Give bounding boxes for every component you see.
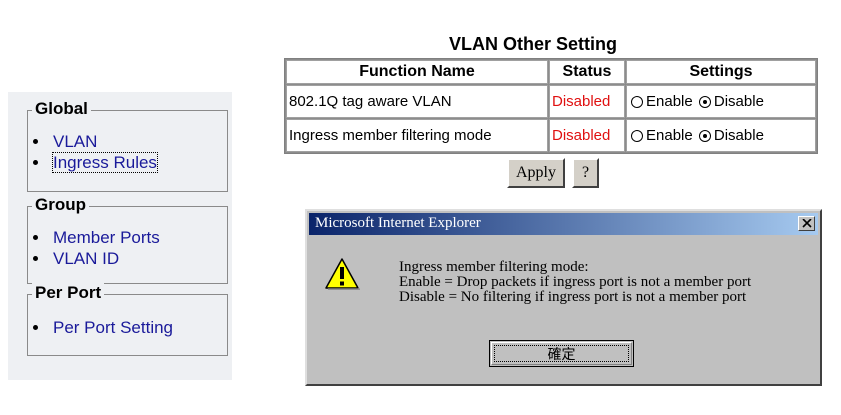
ok-button-label[interactable]: 確定 [490,344,633,364]
column-header-settings: Settings [626,60,816,84]
nav-group-group: Group Member Ports VLAN ID [27,195,228,284]
disable-radio[interactable] [698,130,711,143]
nav-item-member-ports[interactable]: Member Ports [28,227,227,248]
function-name-cell: Ingress member filtering mode [286,119,548,152]
bullet-icon [33,160,38,165]
page-title: VLAN Other Setting [449,34,618,54]
column-header-status: Status [549,60,625,84]
nav-item-vlan[interactable]: VLAN [28,131,227,152]
help-button[interactable]: ? [572,158,599,188]
nav-group-title: Group [32,195,89,215]
status-cell: Disabled [549,119,625,152]
disable-label[interactable]: Disable [714,93,764,110]
nav-item-ingress-rules[interactable]: Ingress Rules [28,152,227,173]
table-header-row: Function Name Status Settings [286,60,816,84]
nav-link-per-port-setting[interactable]: Per Port Setting [53,318,173,337]
bullet-icon [33,325,38,330]
column-header-function: Function Name [286,60,548,84]
bullet-icon [33,235,38,240]
dialog-title: Microsoft Internet Explorer [315,215,481,231]
ok-button[interactable]: 確定 [489,340,634,367]
nav-item-vlan-id[interactable]: VLAN ID [28,248,227,269]
nav-link-ingress-rules[interactable]: Ingress Rules [52,152,158,173]
status-cell: Disabled [549,85,625,118]
nav-link-vlan-id[interactable]: VLAN ID [53,249,119,268]
dialog-message-line: Enable = Drop packets if ingress port is… [399,274,752,290]
dialog-message: Ingress member filtering mode: Enable = … [399,260,751,305]
nav-link-member-ports[interactable]: Member Ports [53,228,160,247]
enable-radio[interactable] [631,96,643,109]
settings-cell: Enable Disable [626,85,816,118]
nav-group-title: Per Port [32,283,105,303]
disable-label[interactable]: Disable [714,127,764,144]
function-name-cell: 802.1Q tag aware VLAN [286,85,548,118]
alert-dialog: Microsoft Internet Explorer Ingress memb… [305,209,822,386]
dialog-message-line: Ingress member filtering mode: [399,259,589,275]
table-row: 802.1Q tag aware VLAN Disabled Enable Di… [286,85,816,118]
nav-link-vlan[interactable]: VLAN [53,132,97,151]
bullet-icon [33,139,38,144]
disable-radio[interactable] [698,96,711,109]
nav-item-per-port-setting[interactable]: Per Port Setting [28,317,227,338]
nav-group-global: Global VLAN Ingress Rules [27,99,228,192]
enable-label[interactable]: Enable [646,93,693,110]
dialog-titlebar[interactable]: Microsoft Internet Explorer [309,213,818,235]
close-button[interactable] [798,216,815,231]
nav-group-title: Global [32,99,91,119]
nav-panel: Global VLAN Ingress Rules Group Member P… [8,92,232,380]
nav-group-per-port: Per Port Per Port Setting [27,283,228,356]
vlan-settings-table: Function Name Status Settings 802.1Q tag… [284,58,818,154]
table-row: Ingress member filtering mode Disabled E… [286,119,816,152]
apply-button[interactable]: Apply [507,158,565,188]
enable-radio[interactable] [631,130,643,143]
settings-cell: Enable Disable [626,119,816,152]
warning-icon [325,258,360,290]
enable-label[interactable]: Enable [646,127,693,144]
dialog-message-line: Disable = No filtering if ingress port i… [399,289,747,305]
close-icon [802,219,812,228]
bullet-icon [33,256,38,261]
